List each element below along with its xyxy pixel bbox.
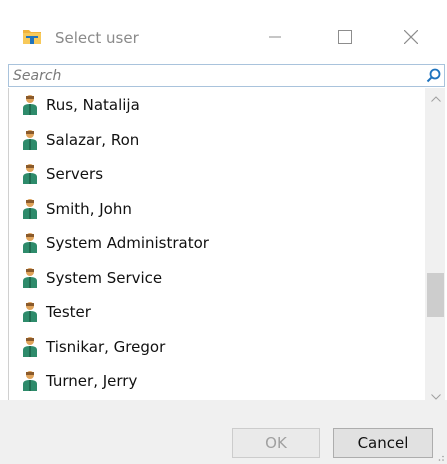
user-name: Smith, John	[46, 199, 132, 218]
list-item[interactable]: System Administrator	[9, 226, 419, 260]
scrollbar-thumb[interactable]	[427, 273, 444, 317]
user-name: System Service	[46, 268, 163, 287]
select-user-dialog: Select user Rus, Natalija Salazar, Ron Ser…	[0, 10, 447, 464]
minimize-button[interactable]	[252, 10, 298, 64]
user-icon	[23, 198, 37, 219]
user-name: Salazar, Ron	[46, 130, 140, 149]
close-icon	[404, 30, 418, 44]
user-icon	[23, 129, 37, 150]
user-icon	[23, 336, 37, 357]
user-icon	[23, 95, 37, 115]
user-icon	[23, 233, 37, 253]
vertical-scrollbar[interactable]	[425, 88, 445, 407]
user-icon	[23, 371, 37, 391]
search-box	[8, 64, 445, 87]
chevron-up-icon	[430, 95, 441, 102]
list-item[interactable]: Rus, Natalija	[9, 88, 419, 122]
list-item[interactable]: Smith, John	[9, 192, 419, 226]
list-item[interactable]: Servers	[9, 157, 419, 191]
cancel-button[interactable]: Cancel	[333, 428, 433, 458]
user-icon	[23, 267, 37, 288]
user-name: Servers	[46, 165, 104, 183]
list-item[interactable]: Tester	[9, 295, 419, 329]
list-item[interactable]: Tisnikar, Gregor	[9, 330, 419, 364]
list-item[interactable]: System Service	[9, 261, 419, 295]
chevron-down-icon	[430, 393, 441, 400]
user-name: Turner, Jerry	[46, 372, 138, 390]
user-icon	[23, 302, 37, 322]
close-button[interactable]	[388, 10, 434, 64]
background-window-fragment: ▀▀▀ ▀▀▀▀▀▀ ▀▀▀▀	[236, 0, 400, 8]
resize-grip-icon[interactable]	[435, 452, 445, 462]
user-list[interactable]: Rus, Natalija Salazar, Ron Servers Smith, J…	[8, 88, 445, 408]
window-title: Select user	[55, 29, 139, 47]
search-input[interactable]	[13, 66, 413, 86]
user-name: System Administrator	[46, 234, 209, 252]
minimize-icon	[269, 36, 281, 38]
user-name: Tester	[46, 303, 91, 321]
title-bar[interactable]: Select user	[0, 10, 447, 64]
ok-button[interactable]: OK	[232, 428, 320, 458]
user-name: Tisnikar, Gregor	[46, 337, 166, 356]
folder-user-icon	[23, 30, 41, 44]
user-name: Rus, Natalija	[46, 96, 140, 114]
list-item[interactable]: Turner, Jerry	[9, 364, 419, 398]
scroll-up-button[interactable]	[425, 90, 445, 107]
dialog-footer: OK Cancel	[0, 400, 447, 464]
maximize-button[interactable]	[322, 10, 368, 64]
user-icon	[23, 164, 37, 184]
search-icon[interactable]	[426, 68, 441, 83]
list-item[interactable]: Salazar, Ron	[9, 123, 419, 157]
maximize-icon	[338, 30, 352, 44]
